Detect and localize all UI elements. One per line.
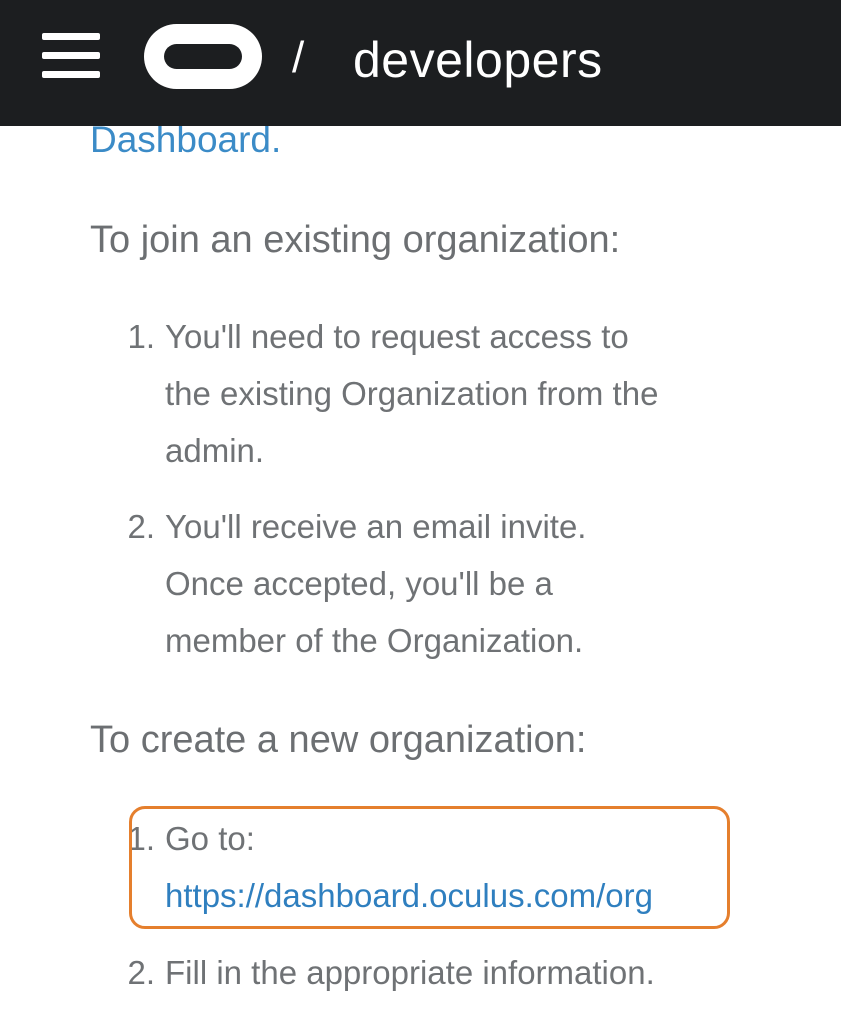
brand-name[interactable]: developers [353, 28, 603, 92]
list-number: 2. [127, 508, 155, 545]
create-organization-heading: To create a new organization: [90, 719, 587, 761]
list-item: 2. Fill in the appropriate information. [0, 944, 841, 1001]
article-content: Dashboard. To join an existing organizat… [0, 0, 841, 1019]
join-organization-heading: To join an existing organization: [90, 219, 621, 261]
list-number: 2. [127, 954, 155, 991]
list-item-line: Once accepted, you'll be a [165, 565, 553, 602]
menu-icon[interactable] [42, 33, 100, 79]
dashboard-org-link[interactable]: https://dashboard.oculus.com/org [165, 877, 653, 914]
brand-separator: / [292, 33, 305, 82]
list-item-text: Fill in the appropriate information. [165, 954, 655, 991]
list-item-text: Go to: [165, 820, 255, 857]
oculus-logo[interactable] [144, 24, 262, 89]
list-item: 2. You'll receive an email invite. Once … [0, 498, 841, 669]
list-item: 1. You'll need to request access to the … [0, 308, 841, 479]
list-item-line: You'll need to request access to [165, 318, 629, 355]
list-item-line: the existing Organization from the [165, 375, 659, 412]
list-item-line: admin. [165, 432, 265, 469]
list-number: 1. [127, 820, 155, 857]
top-navigation-bar: / developers [0, 0, 841, 126]
list-item-line: member of the Organization. [165, 622, 584, 659]
list-item-line: You'll receive an email invite. [165, 508, 587, 545]
org-link-container: https://dashboard.oculus.com/org [165, 867, 738, 924]
list-number: 1. [127, 318, 155, 355]
